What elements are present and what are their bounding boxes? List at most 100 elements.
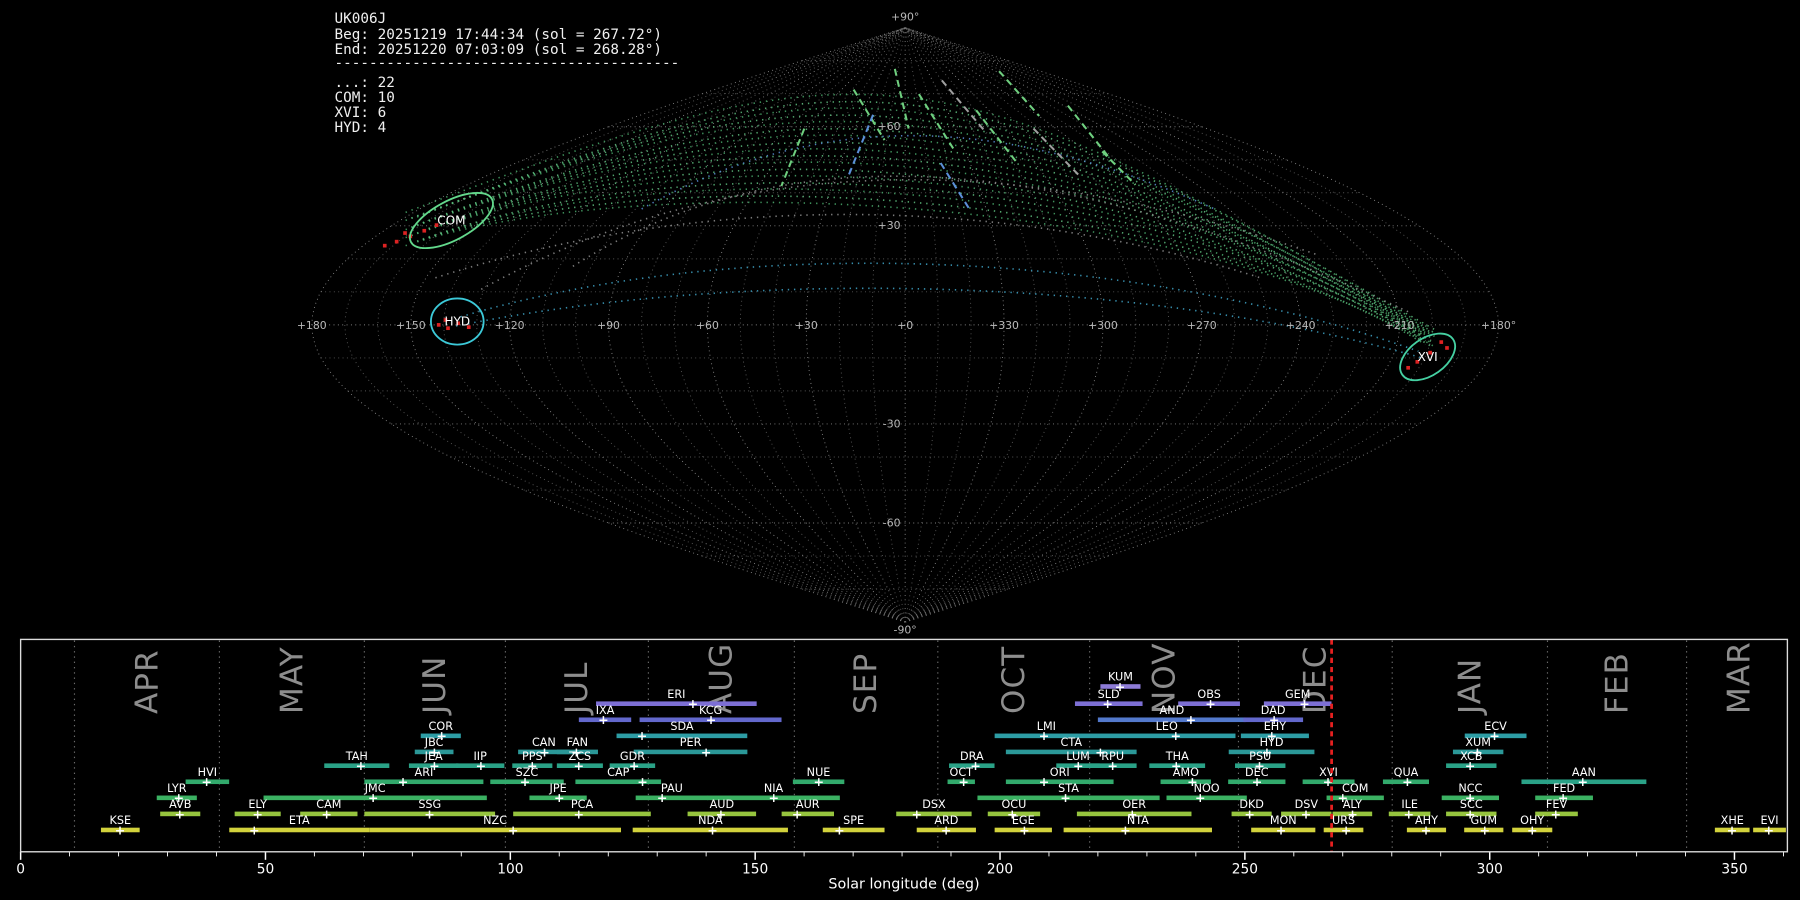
- axis-tick-label: 100: [497, 862, 523, 878]
- shower-peak-marker: +: [657, 790, 668, 805]
- shower-label: PER: [680, 736, 702, 749]
- shower-peak-marker: +: [598, 712, 609, 727]
- latitude-label: -90°: [894, 624, 917, 637]
- month-label: SEP: [848, 653, 884, 714]
- shower-bar-nta: [1063, 827, 1212, 833]
- month-label: APR: [129, 649, 165, 714]
- shower-peak-marker: +: [1060, 790, 1071, 805]
- shower-peak-marker: +: [1299, 696, 1310, 711]
- shower-peak-marker: +: [1205, 696, 1216, 711]
- shower-peak-marker: +: [1527, 822, 1538, 837]
- axis-tick-label: 250: [1232, 862, 1258, 878]
- shower-peak-marker: +: [252, 806, 263, 821]
- shower-peak-marker: +: [629, 758, 640, 773]
- month-label: JUN: [417, 656, 453, 716]
- shower-peak-marker: +: [1341, 822, 1352, 837]
- longitude-label: +180: [297, 319, 327, 332]
- shower-peak-marker: +: [1465, 758, 1476, 773]
- shower-peak-marker: +: [1039, 774, 1050, 789]
- radiant-point: [394, 239, 399, 244]
- shower-label: ETA: [289, 814, 310, 827]
- month-label: MAR: [1722, 641, 1758, 714]
- shower-label: SDA: [670, 720, 694, 733]
- month-label: JUL: [559, 661, 595, 716]
- longitude-label: +300: [1088, 319, 1118, 332]
- shower-peak-marker: +: [201, 774, 212, 789]
- shower-peak-marker: +: [1764, 822, 1775, 837]
- month-label: JAN: [1452, 658, 1488, 716]
- axis-tick-label: 350: [1721, 862, 1747, 878]
- meteor-radiant-analysis-screen: COMHYDXVI+180 +150 +120 +90 +60 +30 +0 +330 +300…: [0, 0, 1800, 900]
- latitude-label: -30: [883, 417, 901, 430]
- shower-peak-marker: +: [1301, 806, 1312, 821]
- shower-peak-marker: +: [574, 806, 585, 821]
- shower-peak-marker: +: [1421, 822, 1432, 837]
- shower-peak-marker: +: [911, 806, 922, 821]
- shower-peak-marker: +: [768, 790, 779, 805]
- shower-bar-spe: [822, 827, 885, 833]
- shower-peak-marker: +: [958, 774, 969, 789]
- month-label: OCT: [996, 646, 1032, 714]
- shower-peak-marker: +: [321, 806, 332, 821]
- axis-tick-label: 150: [742, 862, 768, 878]
- longitude-label: +330: [989, 319, 1019, 332]
- shower-label: NZC: [483, 814, 507, 827]
- radiant-point: [436, 323, 441, 327]
- shower-peak-marker: +: [368, 790, 379, 805]
- shower-label: SPE: [843, 814, 864, 827]
- count-hyd: HYD: 4: [335, 120, 387, 136]
- longitude-label: +180°: [1481, 319, 1516, 332]
- shower-peak-marker: +: [1073, 758, 1084, 773]
- shower-peak-marker: +: [813, 774, 824, 789]
- shower-label: DSX: [922, 798, 946, 811]
- longitude-label: +210: [1385, 319, 1415, 332]
- shower-peak-marker: +: [706, 712, 717, 727]
- radiant-point: [1445, 346, 1449, 350]
- shower-peak-marker: +: [398, 774, 409, 789]
- shower-peak-marker: +: [476, 758, 487, 773]
- shower-peak-marker: +: [1577, 774, 1588, 789]
- shower-bar-cap: [575, 779, 662, 785]
- info-divider: ----------------------------------------: [335, 56, 680, 72]
- longitude-label: +60: [696, 319, 719, 332]
- shower-ellipse-label: HYD: [444, 315, 470, 329]
- longitude-label: +0: [897, 319, 913, 332]
- shower-peak-marker: +: [1550, 806, 1561, 821]
- shower-peak-marker: +: [1244, 806, 1255, 821]
- shower-peak-marker: +: [941, 822, 952, 837]
- shower-peak-marker: +: [1107, 758, 1118, 773]
- shower-peak-marker: +: [1252, 774, 1263, 789]
- radiant-point: [403, 231, 407, 235]
- shower-peak-marker: +: [554, 790, 565, 805]
- shower-peak-marker: +: [1019, 822, 1030, 837]
- shower-peak-marker: +: [1276, 822, 1287, 837]
- longitude-label: +30: [795, 319, 818, 332]
- shower-peak-marker: +: [356, 758, 367, 773]
- axis-tick-label: 50: [257, 862, 274, 878]
- shower-peak-marker: +: [792, 806, 803, 821]
- shower-bar-per: [633, 749, 748, 755]
- shower-peak-marker: +: [1480, 822, 1491, 837]
- shower-bar-nzc: [369, 827, 622, 833]
- count-sporadic: ...: 22: [335, 75, 395, 91]
- shower-peak-marker: +: [637, 774, 648, 789]
- longitude-label: +90: [597, 319, 620, 332]
- shower-peak-marker: +: [707, 822, 718, 837]
- shower-peak-marker: +: [1195, 790, 1206, 805]
- shower-peak-marker: +: [1171, 728, 1182, 743]
- shower-peak-marker: +: [1402, 774, 1413, 789]
- longitude-label: +120: [495, 319, 525, 332]
- axis-tick-label: 300: [1477, 862, 1503, 878]
- shower-peak-marker: +: [249, 822, 260, 837]
- shower-peak-marker: +: [424, 806, 435, 821]
- shower-peak-marker: +: [834, 822, 845, 837]
- shower-bar-aur: [781, 811, 835, 817]
- longitude-label: +240: [1286, 319, 1316, 332]
- shower-bar-noo: [1166, 795, 1247, 801]
- shower-peak-marker: +: [1120, 822, 1131, 837]
- radiant-point: [1439, 340, 1444, 344]
- radiant-point: [1406, 365, 1410, 370]
- radiant-point: [422, 228, 427, 233]
- shower-label: ARI: [415, 766, 434, 779]
- shower-label: ORI: [1050, 766, 1070, 779]
